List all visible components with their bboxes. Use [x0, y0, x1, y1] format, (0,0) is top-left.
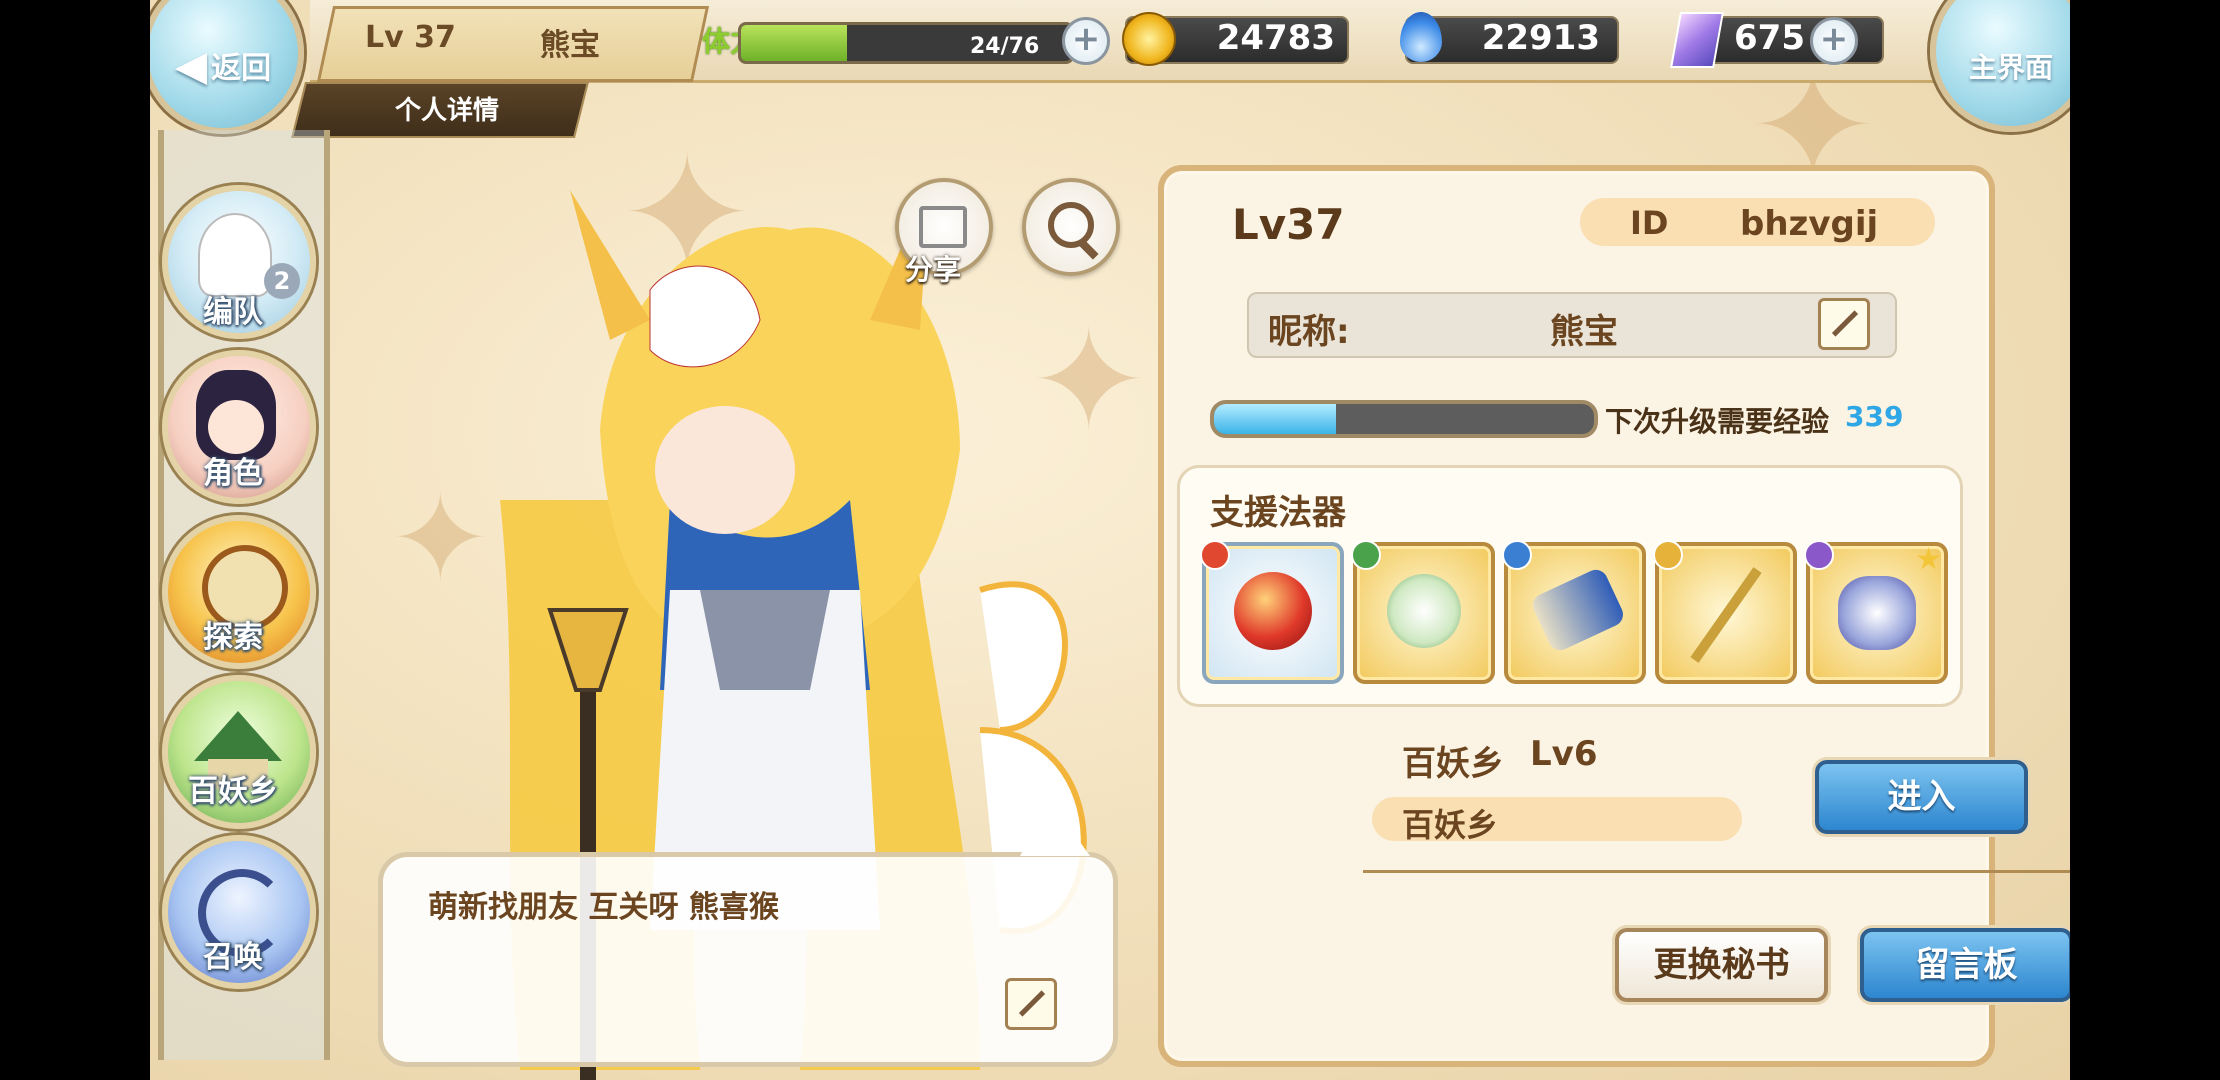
fire-element-icon	[1200, 540, 1230, 570]
light-element-icon	[1653, 540, 1683, 570]
stamina-fill	[741, 25, 847, 61]
gold-value: 24783	[1216, 18, 1335, 58]
nickname-label: 昵称:	[1268, 312, 1350, 352]
search-icon-handle	[1077, 238, 1099, 260]
share-icon	[919, 206, 967, 248]
panel-divider	[1363, 870, 2070, 873]
village-name: 百妖乡	[1402, 744, 1504, 784]
stamina-plus-button[interactable]: +	[1062, 17, 1110, 65]
red-orb-icon	[1234, 572, 1312, 650]
stamina-value: 24/76	[970, 34, 1040, 59]
ghost-knight-icon	[198, 213, 272, 297]
profile-level: Lv37	[1232, 200, 1345, 249]
nickname-value: 熊宝	[1550, 312, 1618, 352]
nav-village-label: 百妖乡	[188, 774, 278, 809]
home-label: 主界面	[1968, 51, 2053, 84]
bubble-tail	[1020, 800, 1090, 856]
sword-creature-icon	[1838, 576, 1916, 650]
back-label: 返回	[211, 51, 272, 86]
scroll-icon	[1529, 565, 1627, 655]
edit-message-button[interactable]	[1005, 978, 1057, 1030]
header-player-name: 熊宝	[540, 28, 600, 63]
search-button[interactable]	[1022, 178, 1120, 276]
support-slot-4[interactable]	[1653, 540, 1797, 684]
header-level: Lv 37	[365, 20, 456, 55]
character-face-icon	[208, 400, 264, 454]
home-button[interactable]: 主界面	[1930, 0, 2070, 132]
exp-fill	[1214, 404, 1336, 434]
dark-element-icon	[1804, 540, 1834, 570]
id-value: bhzvgij	[1740, 204, 1879, 244]
back-button[interactable]: ◀ 返回	[150, 0, 304, 134]
support-slot-3[interactable]	[1502, 540, 1646, 684]
golden-spear-icon	[1690, 567, 1762, 663]
support-slot-1[interactable]	[1200, 540, 1344, 684]
id-label: ID	[1630, 204, 1669, 242]
crystal-value: 675	[1734, 18, 1805, 58]
nav-character-label: 角色	[203, 456, 263, 491]
enter-village-button[interactable]: 进入	[1815, 760, 2028, 834]
exp-value: 339	[1845, 400, 1904, 433]
village-house-icon	[194, 711, 282, 761]
nav-explore-label: 探索	[203, 620, 263, 655]
detail-tab-label: 个人详情	[395, 96, 500, 126]
exp-bar	[1210, 400, 1598, 438]
search-icon	[1048, 202, 1094, 248]
village-level: Lv6	[1530, 734, 1598, 774]
status-message-text: 萌新找朋友 互关呀 熊喜猴	[428, 890, 779, 925]
wind-element-icon	[1351, 540, 1381, 570]
message-board-button[interactable]: 留言板	[1860, 928, 2070, 1002]
village-field-text: 百妖乡	[1402, 806, 1499, 844]
support-artifact-title: 支援法器	[1210, 493, 1346, 533]
share-label: 分享	[905, 253, 962, 286]
pencil-icon	[1831, 310, 1859, 337]
soul-value: 22913	[1481, 18, 1600, 58]
water-element-icon	[1502, 540, 1532, 570]
back-arrow-icon: ◀	[174, 40, 208, 90]
bell-flower-icon	[1387, 574, 1461, 648]
star-badge-icon: ★	[1915, 542, 1942, 577]
nav-summon-label: 召唤	[203, 940, 263, 975]
nav-formation-label: 编队	[203, 295, 263, 330]
game-screen: ✦ ✦ ✦ ✦ ◀ 返回 Lv 37 熊宝 个人详情 体力 24/76 + 24…	[150, 0, 2070, 1080]
change-secretary-button[interactable]: 更换秘书	[1615, 928, 1828, 1002]
edit-nickname-button[interactable]	[1818, 298, 1870, 350]
pencil-icon	[1018, 990, 1046, 1017]
support-slot-2[interactable]	[1351, 540, 1495, 684]
exp-label: 下次升级需要经验	[1605, 405, 1830, 438]
support-slot-5[interactable]: ★	[1804, 540, 1948, 684]
crystal-plus-button[interactable]: +	[1810, 17, 1858, 65]
